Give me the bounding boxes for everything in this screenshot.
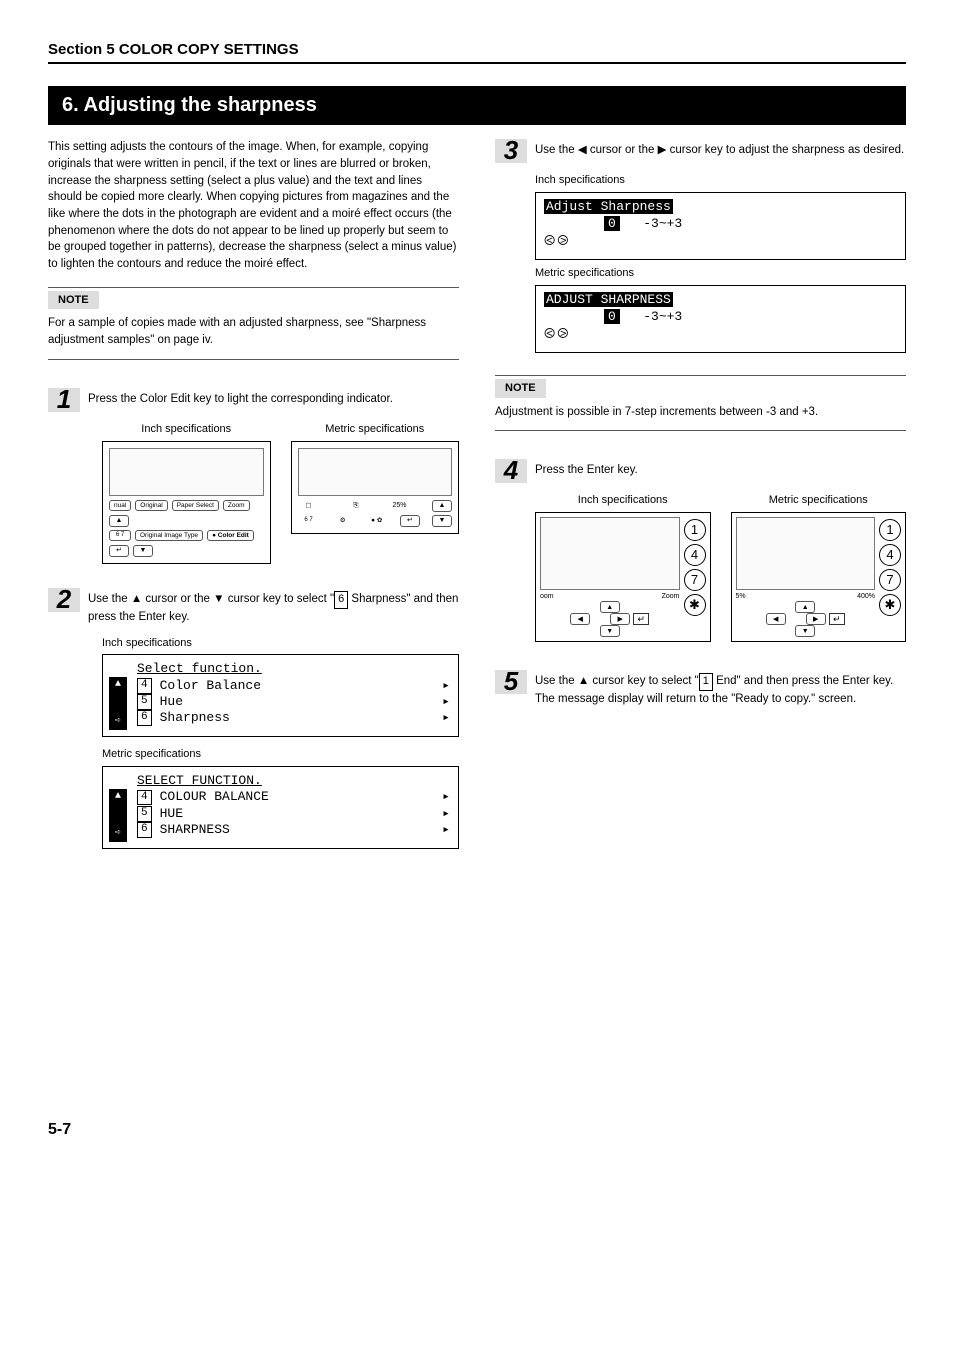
spec-head-metric: Metric specifications [731, 493, 907, 508]
key-7: 7 [879, 569, 901, 591]
control-panel-metric: ▢ ⎘ 25% ▲ 6 7 ⚙ ● ✿ ↵ ▼ [291, 441, 460, 534]
lcd-select-inch: ▲ ➪ Select function. 4 Color Balance▸ 5 … [102, 654, 459, 737]
lcd-title: ADJUST SHARPNESS [544, 292, 673, 307]
up-icon: ▲ [600, 601, 620, 613]
up-icon: ▲ [432, 500, 452, 512]
down-icon: ▼ [133, 545, 153, 557]
icon-type: ⚙ [332, 516, 354, 525]
keypad-metric: 5%400% ▲ ◀ ▶ ↵ ▼ [731, 512, 907, 642]
spec-label-inch: Inch specifications [102, 636, 459, 651]
intro-paragraph: This setting adjusts the contours of the… [48, 139, 459, 272]
btn-nual: nual [109, 500, 131, 511]
step-2: 2 Use the ▲ cursor or the ▼ cursor key t… [48, 588, 459, 626]
step-4-text: Press the Enter key. [535, 459, 906, 483]
note-1: NOTE For a sample of copies made with an… [48, 287, 459, 360]
key-7: 7 [684, 569, 706, 591]
btn-zoom: Zoom [223, 500, 250, 511]
key-1: 1 [684, 519, 706, 541]
step-1: 1 Press the Color Edit key to light the … [48, 388, 459, 412]
step-number: 3 [504, 137, 518, 163]
btn-original: Original [135, 500, 167, 511]
up-arrow-icon: ▲ [115, 791, 121, 804]
step-number: 4 [504, 457, 518, 483]
up-arrow-icon: ▲ [115, 679, 121, 692]
step-1-text: Press the Color Edit key to light the co… [88, 388, 459, 412]
down-icon: ▼ [432, 515, 452, 527]
down-icon: ▼ [600, 625, 620, 637]
step-2-text: Use the ▲ cursor or the ▼ cursor key to … [88, 588, 459, 626]
enter-icon: ↵ [109, 545, 129, 557]
step-3: 3 Use the ◀ cursor or the ▶ cursor key t… [495, 139, 906, 163]
spec-head-inch: Inch specifications [535, 493, 711, 508]
left-icon: ◀ [766, 613, 786, 625]
key-star: ✱ [684, 594, 706, 616]
key-1: 1 [879, 519, 901, 541]
keypad-inch: oomZoom ▲ ◀ ▶ ↵ ▼ [535, 512, 711, 642]
page-number: 5-7 [48, 1119, 906, 1141]
spec-head-metric: Metric specifications [291, 422, 460, 437]
lcd-title: Adjust Sharpness [544, 199, 673, 214]
lcd-adjust-inch: Adjust Sharpness 0 -3~+3 ⧀⧁ [535, 192, 906, 260]
down-icon: ▼ [795, 625, 815, 637]
btn-color-edit: ● Color Edit [207, 530, 254, 541]
up-icon: ▲ [109, 515, 129, 527]
control-panel-inch: nual Original Paper Select Zoom ▲ 6 7 Or… [102, 441, 271, 564]
right-icon: ▶ [806, 613, 826, 625]
btn-orig-img-type: Original Image Type [135, 530, 203, 541]
enter-icon: ↵ [400, 515, 420, 527]
step-5: 5 Use the ▲ cursor key to select "1 End"… [495, 670, 906, 708]
section-header: Section 5 COLOR COPY SETTINGS [48, 40, 906, 64]
note-text: For a sample of copies made with an adju… [48, 315, 459, 348]
right-icon: ▶ [610, 613, 630, 625]
lcd-title: Select function. [137, 661, 450, 677]
key-4: 4 [879, 544, 901, 566]
lcd-title: SELECT FUNCTION. [137, 773, 450, 789]
step-number: 5 [504, 668, 518, 694]
note-text: Adjustment is possible in 7-step increme… [495, 404, 906, 421]
pct-label: 25% [392, 501, 406, 510]
key-star: ✱ [879, 594, 901, 616]
step-4: 4 Press the Enter key. [495, 459, 906, 483]
note-2: NOTE Adjustment is possible in 7-step in… [495, 375, 906, 432]
enter-icon: ↵ [633, 613, 649, 625]
note-label: NOTE [48, 291, 99, 310]
spec-label-metric: Metric specifications [535, 266, 906, 281]
icon-paper: ⎘ [345, 501, 367, 510]
nav-arrows-icon: ⧀⧁ [544, 327, 570, 343]
step-number: 2 [57, 586, 71, 612]
right-arrow-icon: ➪ [115, 828, 121, 841]
key-4: 4 [684, 544, 706, 566]
lcd-adjust-metric: ADJUST SHARPNESS 0 -3~+3 ⧀⧁ [535, 285, 906, 353]
step-5-text: Use the ▲ cursor key to select "1 End" a… [535, 670, 906, 708]
enter-icon: ↵ [829, 613, 845, 625]
spec-label-metric: Metric specifications [102, 747, 459, 762]
right-arrow-icon: ➪ [115, 716, 121, 729]
icon-doc: ▢ [298, 501, 320, 510]
spec-head-inch: Inch specifications [102, 422, 271, 437]
up-icon: ▲ [795, 601, 815, 613]
btn-paper-select: Paper Select [172, 500, 219, 511]
icon-color-edit: ● ✿ [366, 516, 388, 525]
spec-label-inch: Inch specifications [535, 173, 906, 188]
left-icon: ◀ [570, 613, 590, 625]
page-title-bar: 6. Adjusting the sharpness [48, 86, 906, 125]
icon-density: 6 7 [298, 516, 320, 525]
step-3-text: Use the ◀ cursor or the ▶ cursor key to … [535, 139, 906, 163]
btn-density: 6 7 [109, 530, 131, 541]
note-label: NOTE [495, 379, 546, 398]
nav-arrows-icon: ⧀⧁ [544, 234, 570, 250]
lcd-select-metric: ▲ ➪ SELECT FUNCTION. 4 COLOUR BALANCE▸ 5… [102, 766, 459, 849]
step-number: 1 [57, 386, 71, 412]
